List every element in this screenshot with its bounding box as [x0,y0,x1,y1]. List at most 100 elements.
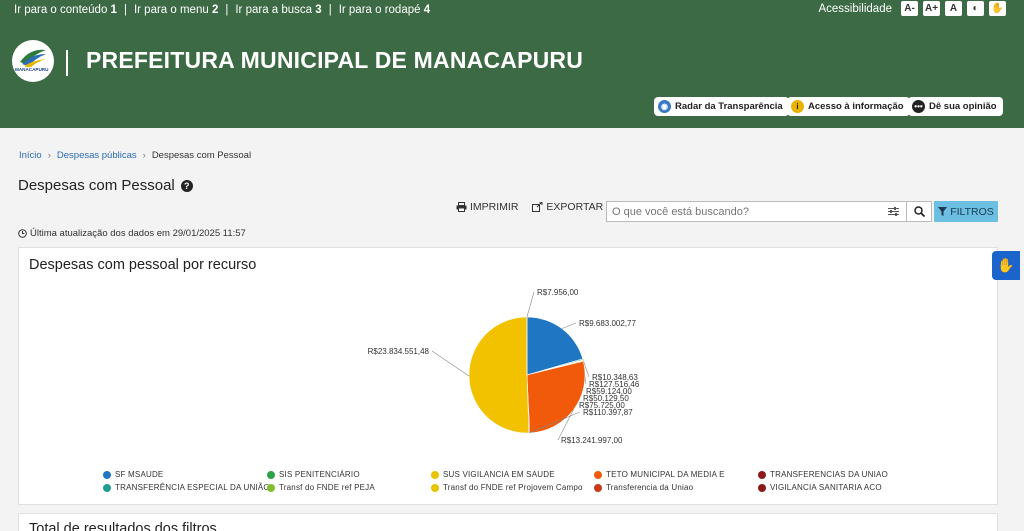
pie-data-label: R$13.241.997,00 [561,436,623,445]
breadcrumb-current: Despesas com Pessoal [151,150,252,161]
page-toolbar: IMPRIMIR EXPORTAR ▾ [456,201,624,213]
sign-language-button[interactable]: ✋ [989,1,1006,16]
export-label: EXPORTAR [546,201,604,213]
legend-marker-icon [758,483,766,492]
chat-icon: ••• [912,100,925,113]
skip-separator: | [123,4,127,16]
legend-marker-icon [758,470,766,479]
legend-item[interactable]: SIS PENITENCIÁRIO [267,470,360,479]
sliders-icon[interactable] [881,202,907,221]
legend-label: Transf do FNDE ref PEJA [279,483,375,492]
logo-emblem-icon [13,41,53,81]
page-heading: Despesas com Pessoal ? [18,177,193,194]
skip-link-label: Ir para o conteúdo [14,4,108,16]
legend-label: SIS PENITENCIÁRIO [279,470,360,479]
legend-marker-icon [103,470,111,479]
pie-data-label: R$9.683.002,77 [579,319,636,328]
filter-icon [938,207,948,216]
export-button[interactable]: EXPORTAR ▾ [532,201,610,213]
legend-label: Transf do FNDE ref Projovem Campo [443,483,583,492]
accessibility-bar: Acessibilidade A- A+ A ◐ ✋ [818,1,1006,16]
page-title: Despesas com Pessoal [18,177,175,194]
skip-link-label: Ir para o rodapé [338,4,421,16]
legend-label: VIGILANCIA SANITARIA ACO [770,483,882,492]
accessibility-label: Acessibilidade [818,2,892,15]
font-decrease-button[interactable]: A- [901,1,918,16]
skip-link-key: 4 [423,4,431,16]
chevron-right-icon: › [47,150,51,161]
legend-label: SF MSAUDE [115,470,164,479]
legend-marker-icon [431,483,439,492]
hands-icon: ✋ [997,257,1015,273]
search-icon [913,206,925,217]
results-card: Total de resultados dos filtros [18,513,998,531]
filters-label: FILTROS [950,205,994,218]
pie-leader-line [526,291,535,318]
search-button[interactable] [907,202,931,221]
external-link-icon [532,202,543,212]
font-increase-button[interactable]: A+ [923,1,940,16]
legend-item[interactable]: TETO MUNICIPAL DA MEDIA E [594,470,725,479]
logo-text: MANACAPURU [15,67,49,72]
search-input[interactable] [607,205,881,218]
filters-button[interactable]: FILTROS [934,201,998,222]
search-box [606,201,932,222]
print-button[interactable]: IMPRIMIR [456,201,518,213]
de-sua-opiniao-button[interactable]: ••• Dê sua opinião [908,97,1003,116]
skip-link-label: Ir para o menu [133,4,209,16]
skip-links: Ir para o conteúdo 1 | Ir para o menu 2 | Ir… [14,4,430,16]
legend-item[interactable]: Transf do FNDE ref PEJA [267,483,375,492]
legend-item[interactable]: Transferencia da Uniao [594,483,693,492]
skip-link-key: 1 [110,4,117,16]
pie-data-label: R$110.397,87 [583,408,633,417]
de-sua-opiniao-label: Dê sua opinião [929,101,997,112]
legend-item[interactable]: SF MSAUDE [103,470,163,479]
city-logo[interactable]: MANACAPURU [12,40,54,82]
legend-label: SUS VIGILANCIA EM SAUDE [443,470,555,479]
chevron-right-icon: › [142,150,146,161]
skip-link-key: 3 [315,4,322,16]
legend-item[interactable]: TRANSFERÊNCIA ESPECIAL DA UNIÃO [103,483,270,492]
font-reset-button[interactable]: A [945,1,962,16]
breadcrumb: Início › Despesas públicas › Despesas com Pe… [19,150,251,161]
legend-marker-icon [267,470,275,479]
legend-marker-icon [103,483,111,492]
pie-leader-line [561,322,577,329]
legend-item[interactable]: VIGILANCIA SANITARIA ACO [758,483,882,492]
legend-label: Transferencia da Uniao [606,483,694,492]
legend-item[interactable]: SUS VIGILANCIA EM SAUDE [431,470,555,479]
title-divider [66,50,68,76]
legend-marker-icon [267,483,275,492]
question-circle-icon[interactable]: ? [180,179,193,192]
legend-item[interactable]: Transf do FNDE ref Projovem Campo [431,483,583,492]
pie-chart: R$9.683.002,77R$10.348,63R$127.516,46R$5… [368,288,640,445]
legend-marker-icon [431,470,439,479]
skip-link[interactable]: Ir para o conteúdo 1 [14,4,117,16]
pie-leader-line [431,350,470,377]
pie-data-label: R$7.956,00 [537,288,579,297]
chart-card: Despesas com pessoal por recurso R$9.683… [18,247,998,505]
print-label: IMPRIMIR [470,201,519,213]
print-icon [456,202,467,212]
radar-transparencia-label: Radar da Transparência [675,101,783,112]
pie-slice[interactable] [468,316,530,434]
acesso-informacao-button[interactable]: i Acesso à informação [787,97,910,116]
skip-separator: | [328,4,332,16]
breadcrumb-home-link[interactable]: Início [19,150,42,161]
skip-link[interactable]: Ir para a busca 3 [235,4,321,16]
skip-link[interactable]: Ir para o menu 2 [134,4,218,16]
radar-icon: ◉ [658,100,671,113]
legend-label: TRANSFERÊNCIA ESPECIAL DA UNIÃO [115,483,270,492]
last-update: Última atualização dos dados em 29/01/20… [18,228,246,239]
legend-label: TRANSFERENCIAS DA UNIAO [770,470,888,479]
site-title: PREFEITURA MUNICIPAL DE MANACAPURU [86,47,584,73]
legend-marker-icon [594,470,602,479]
results-title: Total de resultados dos filtros [29,521,217,531]
skip-link-label: Ir para a busca [235,4,313,16]
radar-transparencia-button[interactable]: ◉ Radar da Transparência [654,97,789,116]
skip-link[interactable]: Ir para o rodapé 4 [339,4,430,16]
contrast-button[interactable]: ◐ [967,1,984,16]
legend-item[interactable]: TRANSFERENCIAS DA UNIAO [758,470,888,479]
breadcrumb-despesas-link[interactable]: Despesas públicas [57,150,137,161]
vlibras-widget-button[interactable]: ✋ [992,251,1020,280]
